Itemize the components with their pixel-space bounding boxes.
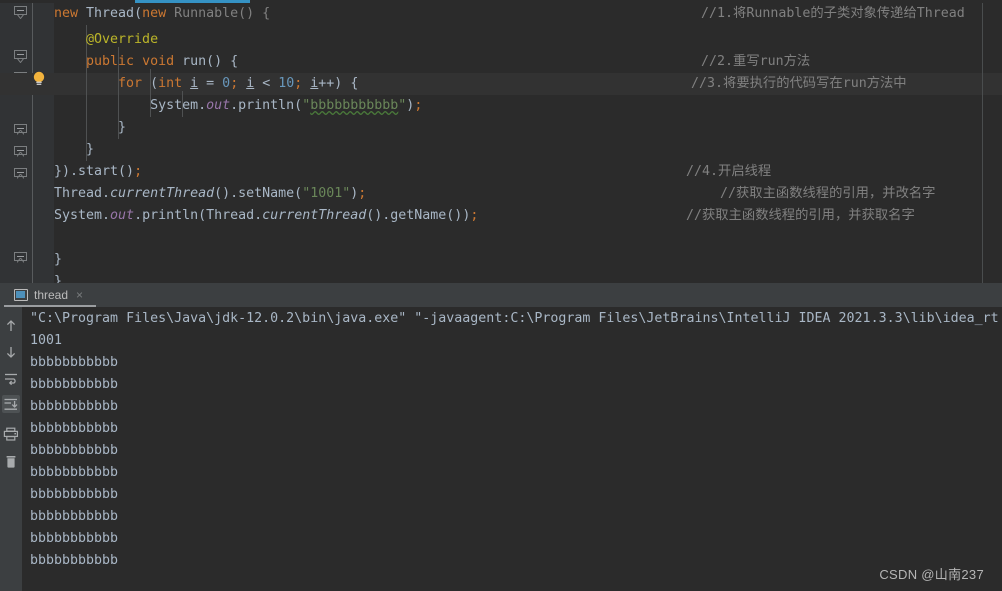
run-console-panel: thread × "C:\Program Files\Java\jdk-12.0… [0,283,1002,591]
editor-line-number-gutter [0,3,12,283]
console-output-line: bbbbbbbbbbb [30,531,119,546]
code-token: ; [230,76,247,91]
code-line: } [54,139,1002,161]
code-token: currentThread [110,186,215,201]
code-line: @Override [54,29,1002,51]
console-window-icon [14,289,28,301]
fold-marker-collapse[interactable] [14,6,27,19]
console-output[interactable]: "C:\Program Files\Java\jdk-12.0.2\bin\ja… [22,307,1002,591]
code-token: new [142,6,175,21]
console-output-line: bbbbbbbbbbb [30,443,119,458]
code-text-area[interactable]: new Thread(new Runnable() { @Override pu… [54,3,1002,289]
code-token: .println( [230,98,303,113]
code-line: } [54,249,1002,271]
code-token: Runnable() { [174,6,271,21]
code-comment: //4.开启线程 [686,164,772,179]
clear-all-icon[interactable] [2,453,20,471]
code-token: }).start() [54,164,135,179]
console-output-line: "C:\Program Files\Java\jdk-12.0.2\bin\ja… [30,311,999,326]
print-icon[interactable] [2,425,20,443]
lightbulb-icon[interactable] [32,71,46,87]
code-token: @Override [54,32,159,47]
scroll-down-icon[interactable] [2,343,20,361]
code-token: 0 [222,76,231,91]
close-icon[interactable]: × [76,289,83,301]
code-token: ; [134,164,143,179]
code-token: = [198,76,223,91]
console-output-line: 1001 [30,333,63,348]
code-token: ( [150,76,159,91]
code-token: out [110,208,135,223]
intellij-idea-window: new Thread(new Runnable() { @Override pu… [0,0,1002,591]
console-output-line: bbbbbbbbbbb [30,421,119,436]
fold-marker-collapse[interactable] [14,50,27,63]
code-line: }).start(); [54,161,1002,183]
console-tab-thread[interactable]: thread × [8,283,89,307]
scroll-to-end-icon[interactable] [2,395,20,413]
console-output-line: bbbbbbbbbbb [30,509,119,524]
console-output-line: bbbbbbbbbbb [30,487,119,502]
console-toolbar [0,307,22,591]
console-output-line: bbbbbbbbbbb [30,355,119,370]
code-token: "1001" [302,186,351,201]
code-line: public void run() { [54,51,1002,73]
code-token: < [254,76,279,91]
code-token: int [158,76,191,91]
code-token: ; [358,186,367,201]
code-token: } [54,252,63,267]
code-comment: //获取主函数线程的引用，并改名字 [720,186,936,201]
code-token: currentThread [262,208,367,223]
fold-marker-end[interactable] [14,164,27,179]
code-comment: //2.重写run方法 [701,54,811,69]
code-token: Thread. [54,186,111,201]
code-token: for [118,76,151,91]
code-token: } [54,120,127,135]
code-token: Thread( [86,6,143,21]
soft-wrap-icon[interactable] [2,369,20,387]
console-tab-bar: thread × [0,283,1002,307]
code-token: ().getName()) [366,208,471,223]
code-token: public void [86,54,183,69]
code-token: ; [414,98,423,113]
code-token: System. [54,208,111,223]
code-comment: //3.将要执行的代码写在run方法中 [691,76,907,91]
code-token: ; [294,76,311,91]
console-output-line: bbbbbbbbbbb [30,377,119,392]
code-token: new [54,6,87,21]
code-token: out [206,98,231,113]
code-comment: //1.将Runnable的子类对象传递给Thread [701,6,965,21]
code-comment: //获取主函数线程的引用，并获取名字 [686,208,915,223]
console-output-line: bbbbbbbbbbb [30,399,119,414]
fold-marker-end[interactable] [14,120,27,135]
console-output-line: bbbbbbbbbbb [30,553,119,568]
console-tab-label: thread [34,288,69,302]
console-output-line: bbbbbbbbbbb [30,465,119,480]
code-token: ().setName( [214,186,303,201]
code-token: run() { [182,54,239,69]
fold-guide-line [32,3,33,283]
code-token: .println(Thread. [134,208,263,223]
code-token: ; [470,208,479,223]
code-token: i [190,76,199,91]
code-token: bbbbbbbbbbb [310,98,399,113]
watermark: CSDN @山南237 [879,567,984,582]
code-line: } [54,117,1002,139]
scroll-up-icon[interactable] [2,317,20,335]
code-line: System.out.println("bbbbbbbbbbb"); [54,95,1002,117]
fold-marker-end[interactable] [14,248,27,263]
fold-marker-end[interactable] [14,142,27,157]
code-token: ++) { [318,76,359,91]
code-token: System. [54,98,207,113]
code-token: } [54,142,95,157]
code-token: 10 [278,76,295,91]
code-editor[interactable]: new Thread(new Runnable() { @Override pu… [0,3,1002,289]
